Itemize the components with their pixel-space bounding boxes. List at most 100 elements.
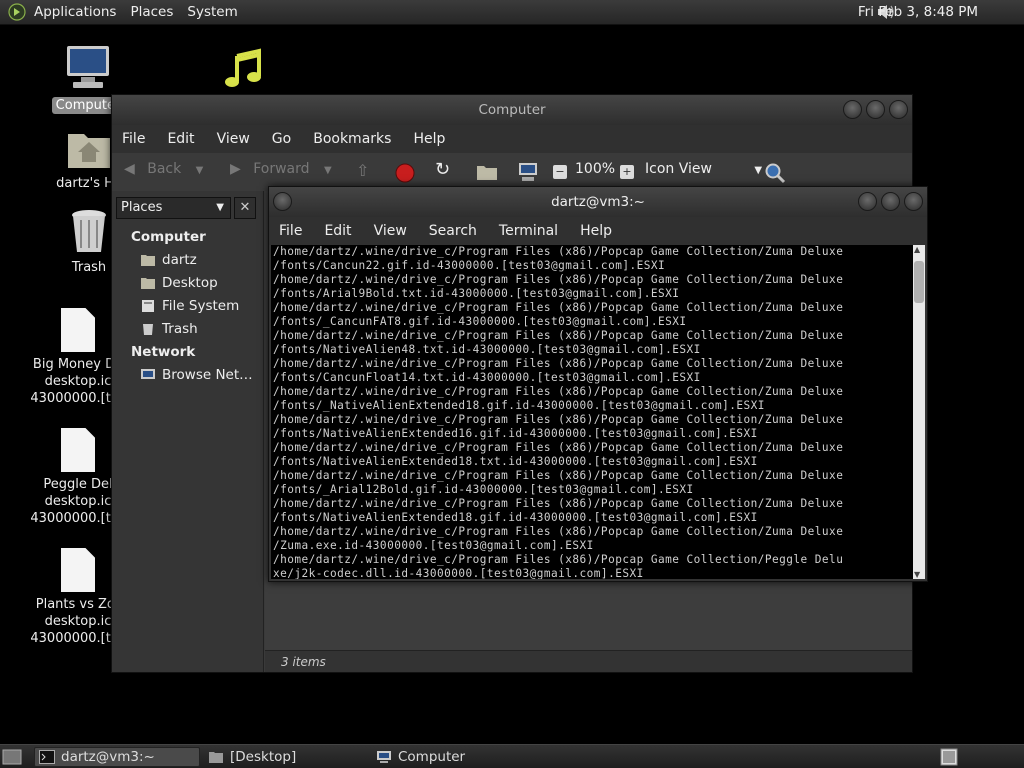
terminal-line: /home/dartz/.wine/drive_c/Program Files … xyxy=(273,553,844,566)
terminal-line: /Zuma.exe.id-43000000.[test03@gmail.com]… xyxy=(273,539,594,552)
minimize-button[interactable] xyxy=(843,100,862,119)
terminal-scrollbar[interactable]: ▲ ▼ xyxy=(913,245,925,579)
menu-help[interactable]: Help xyxy=(413,131,445,147)
stop-icon[interactable] xyxy=(395,163,415,183)
forward-button[interactable]: ▶ Forward ▼ xyxy=(230,161,332,177)
terminal-line: /fonts/NativeAlien48.txt.id-43000000.[te… xyxy=(273,343,701,356)
sidebar-item-label: Browse Net… xyxy=(162,367,253,383)
home-icon[interactable] xyxy=(476,163,498,181)
terminal-line: /fonts/Cancun22.gif.id-43000000.[test03@… xyxy=(273,259,666,272)
menu-edit[interactable]: Edit xyxy=(324,223,351,239)
menu-bookmarks[interactable]: Bookmarks xyxy=(313,131,391,147)
places-combo-label: Places xyxy=(121,200,163,215)
show-desktop-icon[interactable] xyxy=(2,748,22,766)
terminal-line: /home/dartz/.wine/drive_c/Program Files … xyxy=(273,385,844,398)
chevron-down-icon: ▼ xyxy=(216,202,224,213)
window-menu-button[interactable] xyxy=(273,192,292,211)
task-computer[interactable]: Computer xyxy=(372,747,538,767)
sidebar-item-file-system[interactable]: File System xyxy=(140,298,239,314)
minimize-button[interactable] xyxy=(858,192,877,211)
menu-view[interactable]: View xyxy=(374,223,407,239)
places-combo[interactable]: Places ▼ xyxy=(116,197,231,219)
menu-search[interactable]: Search xyxy=(429,223,477,239)
sidebar-item-browse-network[interactable]: Browse Net… xyxy=(140,367,253,383)
sidebar-header-network: Network xyxy=(131,344,196,360)
terminal-line: /fonts/CancunFloat14.txt.id-43000000.[te… xyxy=(273,371,701,384)
scrollbar-thumb[interactable] xyxy=(914,261,924,303)
computer-icon xyxy=(377,751,391,763)
sidebar-item-trash[interactable]: Trash xyxy=(140,321,198,337)
maximize-button[interactable] xyxy=(881,192,900,211)
sidebar-item-label: Desktop xyxy=(162,275,218,291)
desktop-folder-icon xyxy=(141,278,155,289)
terminal-line: /fonts/_CancunFAT8.gif.id-43000000.[test… xyxy=(273,315,687,328)
drive-icon xyxy=(142,300,154,312)
folder-icon xyxy=(209,752,223,763)
gnome-logo-icon[interactable] xyxy=(8,3,26,21)
desktop-icon-music[interactable] xyxy=(222,48,266,95)
reload-icon[interactable]: ↻ xyxy=(435,159,450,180)
home-folder-icon xyxy=(141,255,155,266)
menu-file[interactable]: File xyxy=(279,223,302,239)
back-dropdown-icon: ▼ xyxy=(195,165,204,176)
clock[interactable]: Fri Feb 3, 8:48 PM xyxy=(858,4,978,20)
close-button[interactable] xyxy=(904,192,923,211)
zoom-in-icon[interactable]: + xyxy=(620,165,634,179)
sidebar-item-desktop[interactable]: Desktop xyxy=(140,275,218,291)
back-button[interactable]: ◀ Back ▼ xyxy=(124,161,203,177)
maximize-button[interactable] xyxy=(866,100,885,119)
scroll-down-icon[interactable]: ▼ xyxy=(914,570,920,579)
terminal-line: /home/dartz/.wine/drive_c/Program Files … xyxy=(273,301,844,314)
document-icon xyxy=(61,548,95,592)
back-label: Back xyxy=(147,161,182,177)
menu-terminal[interactable]: Terminal xyxy=(499,223,558,239)
file-manager-menubar: File Edit View Go Bookmarks Help xyxy=(112,125,912,153)
computer-icon xyxy=(67,46,109,88)
zoom-out-icon[interactable]: − xyxy=(553,165,567,179)
document-icon xyxy=(61,308,95,352)
bottom-panel: dartz@vm3:~ [Desktop] Computer xyxy=(0,744,1024,768)
terminal-line: /fonts/NativeAlienExtended16.gif.id-4300… xyxy=(273,427,758,440)
task-desktop[interactable]: [Desktop] xyxy=(204,747,364,767)
terminal-titlebar[interactable]: dartz@vm3:~ xyxy=(269,187,927,217)
menu-go[interactable]: Go xyxy=(272,131,291,147)
computer-small-icon[interactable] xyxy=(517,162,539,182)
applications-menu[interactable]: Applications xyxy=(34,4,116,20)
window-title: Computer xyxy=(478,102,546,118)
trash-icon xyxy=(143,324,153,335)
desktop: Applications Places System Fri Feb 3, 8:… xyxy=(0,0,1024,768)
chevron-down-icon: ▼ xyxy=(754,165,763,176)
terminal-line: /home/dartz/.wine/drive_c/Program Files … xyxy=(273,497,844,510)
sidebar-item-label: dartz xyxy=(162,252,197,268)
task-terminal[interactable]: dartz@vm3:~ xyxy=(34,747,200,767)
task-label: [Desktop] xyxy=(230,749,297,765)
terminal-line: xe/j2k-codec.dll.id-43000000.[test03@gma… xyxy=(273,567,644,579)
terminal-window: dartz@vm3:~ File Edit View Search Termin… xyxy=(268,186,928,582)
view-mode-select[interactable]: Icon View ▼ xyxy=(645,161,762,177)
up-arrow-icon[interactable]: ⇧ xyxy=(356,161,369,180)
terminal-line: /fonts/NativeAlienExtended18.txt.id-4300… xyxy=(273,455,758,468)
sidebar-header-computer: Computer xyxy=(131,229,206,245)
forward-dropdown-icon: ▼ xyxy=(323,165,332,176)
file-manager-titlebar[interactable]: Computer xyxy=(112,95,912,125)
terminal-icon xyxy=(39,750,55,764)
terminal-menubar: File Edit View Search Terminal Help xyxy=(269,217,927,245)
menu-help[interactable]: Help xyxy=(580,223,612,239)
trash-icon xyxy=(72,210,106,252)
workspace-switcher-icon[interactable] xyxy=(940,748,958,766)
close-sidebar-button[interactable]: ✕ xyxy=(234,197,256,219)
scroll-up-icon[interactable]: ▲ xyxy=(914,245,920,254)
view-mode-label: Icon View xyxy=(645,161,712,177)
terminal-output[interactable]: /home/dartz/.wine/drive_c/Program Files … xyxy=(271,245,913,579)
close-button[interactable] xyxy=(889,100,908,119)
menu-view[interactable]: View xyxy=(217,131,250,147)
places-menu[interactable]: Places xyxy=(130,4,173,20)
menu-edit[interactable]: Edit xyxy=(167,131,194,147)
music-note-icon xyxy=(225,48,261,87)
terminal-line: /home/dartz/.wine/drive_c/Program Files … xyxy=(273,441,844,454)
terminal-line: /home/dartz/.wine/drive_c/Program Files … xyxy=(273,245,844,258)
search-icon[interactable] xyxy=(764,162,786,184)
system-menu[interactable]: System xyxy=(187,4,237,20)
sidebar-item-dartz[interactable]: dartz xyxy=(140,252,197,268)
menu-file[interactable]: File xyxy=(122,131,145,147)
